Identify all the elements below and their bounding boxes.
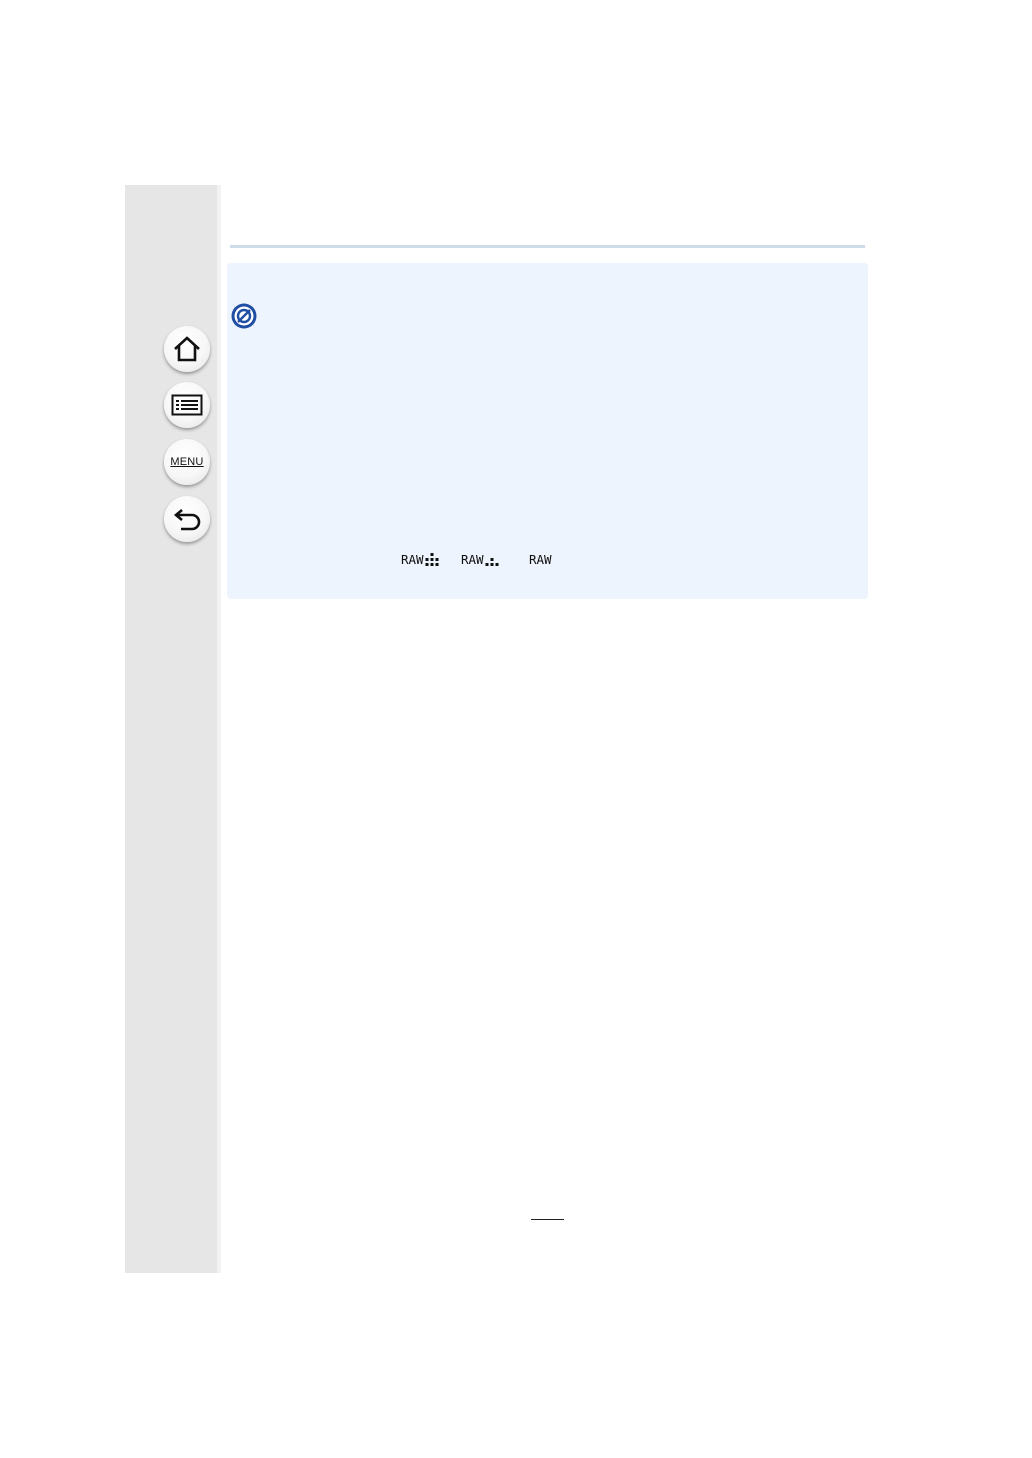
- contents-button[interactable]: [164, 382, 210, 428]
- notice-panel: [227, 263, 868, 599]
- back-arrow-icon: [173, 509, 201, 531]
- raw-only-mode: RAW: [529, 551, 552, 567]
- back-button[interactable]: [164, 496, 210, 542]
- header-rule: [230, 245, 865, 248]
- standard-quality-icon: [485, 557, 499, 566]
- raw-standard-mode: RAW: [461, 551, 499, 567]
- page-number: [531, 1207, 564, 1220]
- sidebar-divider: [217, 185, 221, 1273]
- fine-quality-icon: [425, 552, 439, 566]
- raw-fine-mode: RAW: [401, 551, 439, 567]
- not-available-icon: [231, 303, 257, 329]
- raw-label: RAW: [461, 552, 484, 567]
- menu-button[interactable]: MENU: [164, 439, 210, 485]
- home-button[interactable]: [164, 326, 210, 372]
- raw-label: RAW: [529, 552, 552, 567]
- menu-button-label: MENU: [170, 456, 204, 468]
- list-icon: [171, 394, 203, 416]
- raw-label: RAW: [401, 552, 424, 567]
- home-icon: [174, 336, 200, 362]
